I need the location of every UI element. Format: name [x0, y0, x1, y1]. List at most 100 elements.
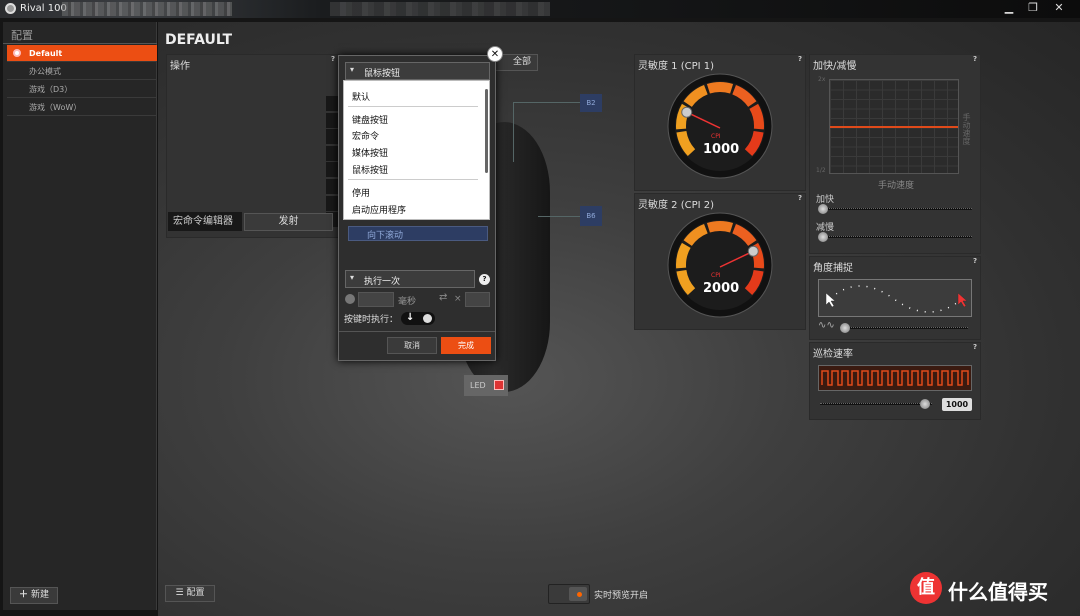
slider-knob[interactable] [818, 204, 828, 214]
accel-side-label: 手动速度 [962, 113, 971, 145]
config-button[interactable]: ☰ 配置 [165, 585, 215, 602]
preview-toggle[interactable] [548, 584, 590, 604]
angle-heading: 角度捕捉 [813, 263, 853, 274]
accel-ybot: 1/2 [816, 167, 826, 174]
accel-slider[interactable] [818, 204, 974, 214]
help-icon[interactable]: ? [973, 343, 977, 351]
b6-tag[interactable]: B6 [580, 206, 602, 226]
slider-track [822, 236, 972, 238]
led-tag[interactable]: LED [464, 375, 508, 396]
action-type-menu: 默认 键盘按钮 宏命令 媒体按钮 鼠标按钮 停用 启动应用程序 [343, 80, 490, 220]
cpi2-gauge[interactable] [667, 212, 773, 318]
exec-label: 执行一次 [364, 277, 401, 287]
close-button[interactable]: ✕ [1046, 1, 1072, 15]
help-icon[interactable]: ? [798, 194, 802, 202]
polling-slider[interactable] [818, 399, 938, 409]
popup-dropdown-label: 鼠标按钮 [364, 69, 401, 79]
angle-slider[interactable]: ∿∿ [818, 320, 974, 333]
sidebar-item-d3[interactable]: 游戏（D3） [7, 81, 157, 98]
menu-item-keyboard[interactable]: 键盘按钮 [352, 113, 388, 126]
menu-separator [348, 179, 478, 180]
gauge-knob [747, 245, 759, 257]
sidebar-item-wow[interactable]: 游戏（WoW） [7, 99, 157, 116]
close-icon[interactable]: ✕ [487, 46, 503, 62]
menu-item-launch-app[interactable]: 启动应用程序 [352, 203, 406, 216]
help-icon[interactable]: ? [331, 55, 335, 63]
new-profile-button[interactable]: ＋ 新建 [10, 587, 58, 604]
angle-snap-panel: 角度捕捉 ? ∿∿ [809, 256, 981, 340]
menu-scrollbar[interactable] [485, 89, 488, 173]
hold-toggle[interactable]: ↓ [401, 312, 435, 325]
menu-item-macro[interactable]: 宏命令 [352, 129, 379, 142]
app-icon [5, 3, 16, 14]
window-title: Rival 100 [20, 3, 67, 14]
slider-knob[interactable] [920, 399, 930, 409]
connector-line-2 [513, 102, 514, 162]
done-button[interactable]: 完成 [441, 337, 491, 354]
delay-input[interactable] [358, 292, 394, 307]
help-icon[interactable]: ? [479, 274, 490, 285]
radio-icon [13, 49, 21, 57]
slider-track [822, 208, 972, 210]
led-color-swatch[interactable] [494, 380, 504, 390]
help-icon[interactable]: ? [973, 257, 977, 265]
gauge-knob [681, 106, 693, 118]
popup-dropdown[interactable]: ▾ 鼠标按钮 [345, 62, 490, 80]
sidebar-item-label: Default [29, 49, 63, 58]
sidebar-item-default[interactable]: Default [7, 45, 157, 62]
watermark-text: 什么值得买 [948, 580, 1048, 604]
menu-item-disable[interactable]: 停用 [352, 186, 370, 199]
pause-icon [345, 294, 355, 304]
title-bar: Rival 100 ▁ ❐ ✕ [0, 0, 1080, 18]
accel-graph [829, 79, 959, 174]
accel-label: 加快 [816, 195, 835, 205]
exec-dropdown[interactable]: ▾ 执行一次 [345, 270, 475, 288]
connector-line [513, 102, 581, 103]
cpi1-gauge[interactable] [667, 73, 773, 179]
arrow-down-icon: ↓ [406, 312, 415, 323]
accel-ytop: 2x [818, 76, 826, 83]
b2-tag[interactable]: B2 [580, 94, 602, 112]
toggle-knob [423, 314, 432, 323]
cpi1-unit: CPI [711, 133, 721, 140]
gauge-face [675, 220, 765, 310]
menu-item-media[interactable]: 媒体按钮 [352, 146, 388, 159]
times-label: × [454, 294, 462, 304]
menu-item-mouse[interactable]: 鼠标按钮 [352, 163, 388, 176]
hold-label: 按键时执行： [344, 315, 399, 325]
cpi1-heading: 灵敏度 1 (CPI 1) [638, 61, 715, 72]
polling-heading: 巡检速率 [813, 349, 853, 360]
hidden-row[interactable]: 向下滚动 [348, 226, 488, 241]
cpi2-unit: CPI [711, 272, 721, 279]
cancel-button[interactable]: 取消 [387, 337, 437, 354]
chevron-down-icon: ▾ [350, 65, 355, 74]
menu-item-default[interactable]: 默认 [352, 90, 370, 103]
slider-knob[interactable] [818, 232, 828, 242]
menu-separator [348, 106, 478, 107]
chevron-down-icon: ▾ [350, 273, 355, 282]
repeat-input[interactable] [465, 292, 490, 307]
polling-value[interactable]: 1000 [942, 398, 972, 411]
sidebar-item-label: 游戏（WoW） [29, 103, 82, 112]
decel-slider[interactable] [818, 232, 974, 242]
gauge-segment [706, 221, 734, 233]
polling-waveform [818, 365, 972, 391]
sidebar-item-office[interactable]: 办公模式 [7, 63, 157, 80]
restore-button[interactable]: ❐ [1020, 1, 1046, 15]
connector-line-3 [538, 216, 581, 217]
popup-divider [339, 331, 495, 332]
hidden-row-label: 向下滚动 [367, 231, 404, 241]
cpi1-value: 1000 [703, 142, 740, 157]
polling-panel: 巡检速率 ? 1000 [809, 342, 981, 420]
gauge-face [675, 81, 765, 171]
cpi2-heading: 灵敏度 2 (CPI 2) [638, 200, 715, 211]
fire-button[interactable]: 发射 [244, 213, 333, 231]
cpi1-panel: 灵敏度 1 (CPI 1) ? CPI 1000 [634, 54, 806, 191]
minimize-button[interactable]: ▁ [996, 1, 1022, 15]
help-icon[interactable]: ? [798, 55, 802, 63]
help-icon[interactable]: ? [973, 55, 977, 63]
gauge-segment [706, 82, 734, 94]
macro-editor-label: 宏命令编辑器 [168, 212, 242, 231]
slider-knob[interactable] [840, 323, 850, 333]
sidebar-item-label: 游戏（D3） [29, 85, 73, 94]
